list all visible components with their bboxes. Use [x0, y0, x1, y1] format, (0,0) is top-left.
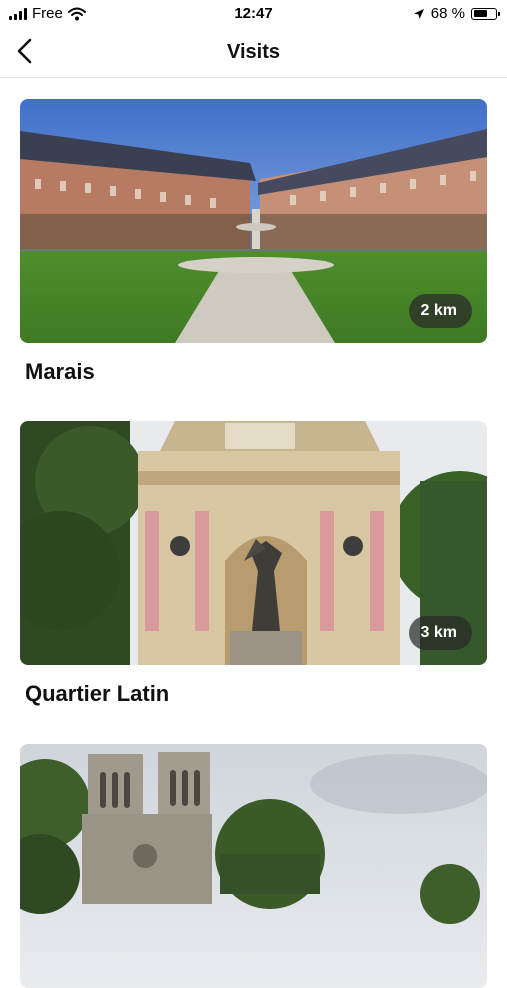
page-title: Visits: [227, 41, 280, 63]
notre-dame-photo: [20, 744, 487, 988]
battery-level: [473, 10, 488, 17]
location-pin-icon: [409, 616, 487, 665]
location-arrow-icon: [413, 8, 424, 19]
nav-bar: Visits: [0, 28, 507, 78]
distance-badge: 3 km: [408, 616, 472, 650]
distance-badge: 2 km: [408, 294, 472, 328]
visit-image[interactable]: 2 km: [20, 99, 487, 343]
visit-title: Quartier Latin: [25, 681, 170, 706]
battery-icon: [471, 7, 500, 20]
visit-card-notre-dame[interactable]: [20, 744, 487, 988]
battery-percent: 68 %: [430, 5, 465, 22]
location-pin-icon: [409, 294, 487, 343]
visit-title: Marais: [25, 359, 95, 384]
visit-image[interactable]: [20, 744, 487, 988]
visit-card-quartier-latin[interactable]: 3 km Quartier Latin: [20, 421, 487, 707]
visit-image[interactable]: 3 km: [20, 421, 487, 665]
status-bar: Free 12:47 68 %: [0, 0, 507, 28]
visit-card-marais[interactable]: 2 km Marais: [20, 99, 487, 385]
status-right: 68 %: [413, 5, 500, 22]
